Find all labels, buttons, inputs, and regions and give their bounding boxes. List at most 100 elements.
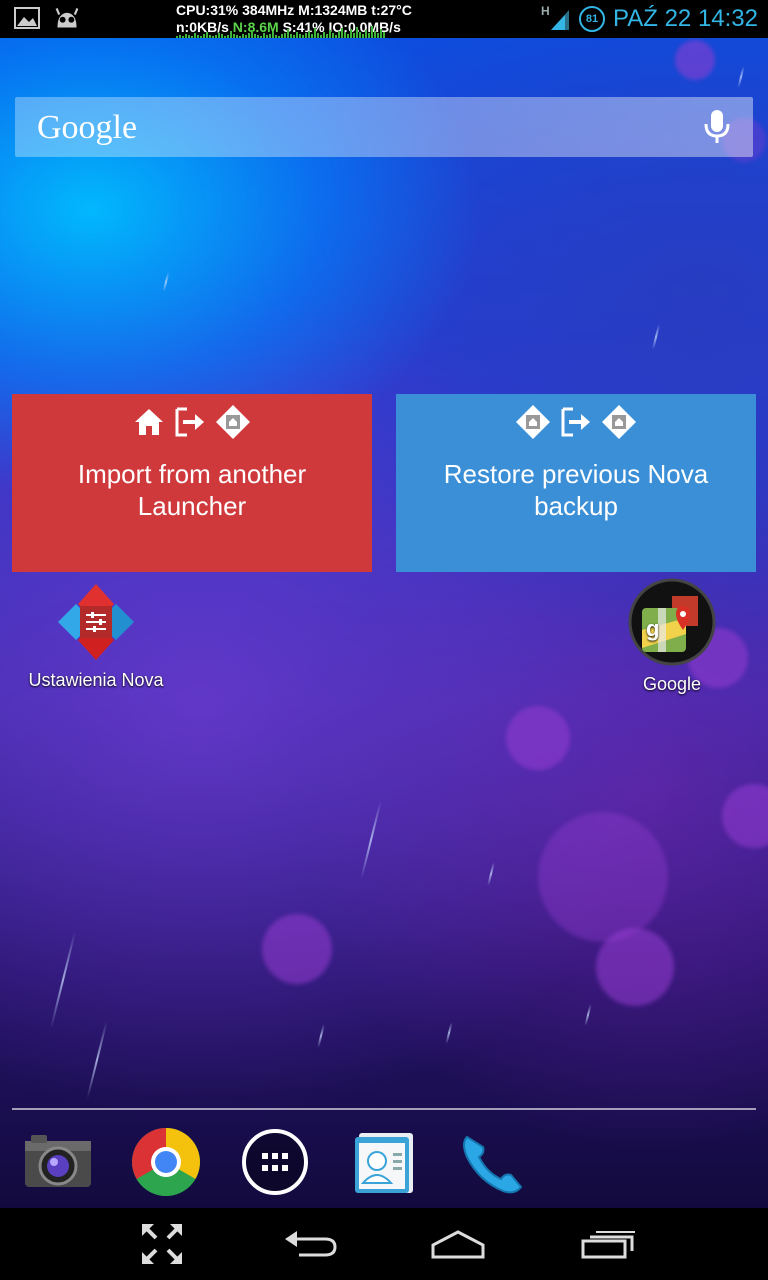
cpu-graph-bar <box>239 36 241 38</box>
stats-line-1: CPU:31% 384MHz M:1324MB t:27°C <box>176 2 412 18</box>
google-logo: Google <box>37 109 138 146</box>
cpu-graph-bar <box>287 29 289 38</box>
google-folder-app[interactable]: g Google <box>592 578 752 695</box>
cyanogen-mascot-icon <box>54 6 80 30</box>
cpu-graph-bar <box>368 33 370 38</box>
back-icon <box>285 1231 337 1257</box>
cpu-graph-bar <box>206 32 208 38</box>
contacts-app[interactable] <box>346 1124 422 1200</box>
cpu-graph-bar <box>230 31 232 38</box>
cpu-graph-bar <box>194 33 196 38</box>
cpu-graph-bar <box>197 35 199 38</box>
clock: PAŹ 22 14:32 <box>613 5 758 32</box>
cpu-graph-bar <box>326 34 328 38</box>
status-bar[interactable]: CPU:31% 384MHz M:1324MB t:27°C n:0KB/s N… <box>0 0 768 38</box>
cpu-graph-bar <box>191 36 193 38</box>
back-button[interactable] <box>278 1222 342 1266</box>
cpu-graph-bar <box>305 33 307 38</box>
cpu-graph-bar <box>179 35 181 38</box>
wallpaper-streak <box>651 324 661 350</box>
cpu-graph-bar <box>356 27 358 38</box>
import-tile-label: Import from another Launcher <box>77 459 307 521</box>
cpu-graph-bar <box>350 29 352 38</box>
cpu-graph-bar <box>314 28 316 38</box>
cpu-graph-bar <box>290 34 292 38</box>
cpu-graph-bar <box>347 34 349 38</box>
wallpaper-streak <box>162 272 170 292</box>
cpu-graph-bar <box>218 33 220 38</box>
cpu-graph-bar <box>212 36 214 38</box>
microphone-icon[interactable] <box>703 109 731 145</box>
nova-logo-icon <box>601 404 637 445</box>
cpu-graph-bar <box>176 36 178 38</box>
cpu-graph-bar <box>227 35 229 38</box>
cpu-graph-bar <box>374 31 376 38</box>
wallpaper-streak <box>86 1020 108 1100</box>
svg-text:g: g <box>646 616 659 641</box>
chrome-icon <box>132 1128 200 1196</box>
nova-logo-icon <box>215 404 251 445</box>
cpu-graph-bar <box>311 34 313 38</box>
gallery-notification-icon <box>14 6 40 30</box>
cpu-graph-bar <box>281 34 283 38</box>
google-folder-label: Google <box>642 674 702 694</box>
cpu-graph-bar <box>242 34 244 38</box>
contacts-icon <box>355 1133 413 1193</box>
recents-button[interactable] <box>576 1222 640 1266</box>
google-search-bar[interactable]: Google <box>15 97 753 157</box>
navigation-bar <box>0 1208 768 1280</box>
camera-app[interactable] <box>20 1124 96 1200</box>
home-icon <box>431 1230 485 1259</box>
cpu-graph-bar <box>215 35 217 38</box>
cpu-graph-bar <box>272 32 274 38</box>
cpu-graph-bar <box>302 35 304 38</box>
cpu-graph-bar <box>335 35 337 38</box>
cpu-graph-bar <box>380 29 382 38</box>
wallpaper-bokeh <box>722 784 768 848</box>
wallpaper-bokeh <box>596 928 674 1006</box>
phone-app[interactable] <box>454 1124 530 1200</box>
notification-icons <box>14 6 80 30</box>
import-launcher-tile[interactable]: Import from another Launcher <box>12 394 372 572</box>
cpu-graph-bar <box>284 33 286 38</box>
cpu-graph-bar <box>266 35 268 38</box>
cpu-graph-bar <box>200 36 202 38</box>
cpu-graph-bar <box>269 34 271 38</box>
cpu-graph-bar <box>365 30 367 38</box>
cpu-graph-bar <box>257 35 259 38</box>
recents-icon <box>581 1231 635 1259</box>
wallpaper-bokeh <box>506 706 570 770</box>
nova-settings-icon <box>56 582 136 662</box>
fullscreen-button[interactable] <box>130 1222 194 1266</box>
cpu-graph-bar <box>377 33 379 38</box>
signal-icon: H <box>541 4 571 32</box>
wallpaper-streak <box>445 1022 453 1044</box>
cpu-graph-bar <box>299 34 301 38</box>
wallpaper-bokeh <box>675 40 715 80</box>
nova-settings-label: Ustawienia Nova <box>28 670 164 690</box>
cpu-graph-bar <box>260 36 262 38</box>
cpu-graph-bar <box>233 34 235 38</box>
home-button[interactable] <box>426 1222 490 1266</box>
restore-backup-tile[interactable]: Restore previous Nova backup <box>396 394 756 572</box>
home-icon <box>133 407 165 442</box>
tile-icons <box>396 404 756 445</box>
chrome-app[interactable] <box>128 1124 204 1200</box>
nova-settings-app[interactable]: Ustawienia Nova <box>16 582 176 691</box>
cpu-graph-bar <box>341 28 343 38</box>
cpu-graph-bar <box>251 30 253 38</box>
cpu-graph-bar <box>383 32 385 38</box>
cpu-graph-bar <box>293 35 295 38</box>
cpu-graph-bar <box>353 33 355 38</box>
app-drawer-button[interactable] <box>237 1124 313 1200</box>
cpu-graph-bar <box>185 34 187 38</box>
cpu-graph-bar <box>236 35 238 38</box>
cpu-graph-bar <box>329 30 331 38</box>
wallpaper-streak <box>584 1004 592 1026</box>
cpu-graph-bar <box>263 33 265 38</box>
camera-icon <box>25 1135 91 1187</box>
cpu-graph <box>176 26 456 38</box>
export-arrow-icon <box>559 407 593 442</box>
cpu-graph-bar <box>296 32 298 38</box>
wallpaper-bokeh <box>262 914 332 984</box>
